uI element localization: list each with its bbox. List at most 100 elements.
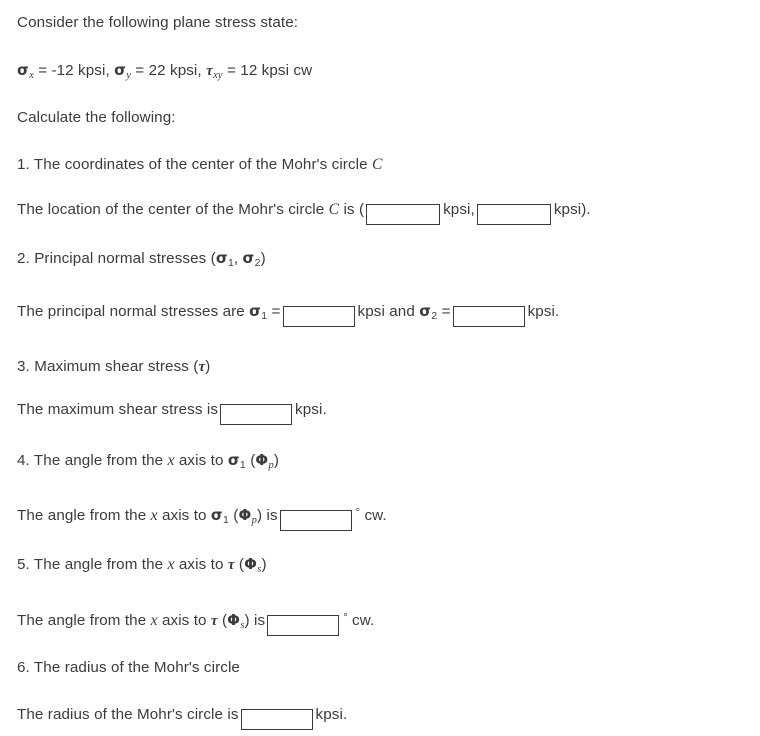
answer-2-unit-2: kpsi. (527, 303, 560, 320)
tau-xy-subscript: xy (213, 69, 223, 81)
answer-4-phi: Φ (238, 506, 252, 524)
answer-6-lead: The radius of the Mohr's circle is (17, 706, 239, 723)
phi-p-angle-input[interactable] (279, 510, 352, 531)
answer-1-is-text: is ( (343, 201, 365, 218)
tau-xy-value: = 12 kpsi cw (226, 62, 313, 79)
question-2-comma: , (233, 250, 239, 267)
question-5-tau: τ (227, 557, 235, 573)
question-1-number: 1. (17, 156, 30, 173)
max-shear-stress-input[interactable] (220, 404, 293, 425)
question-1-prompt: 1. The coordinates of the center of the … (17, 155, 383, 175)
answer-2-unit-1: kpsi and (357, 303, 415, 320)
calculate-heading: Calculate the following: (17, 108, 176, 128)
question-3-prompt: 3. Maximum shear stress (τ) (17, 357, 210, 377)
sigma-1-input[interactable] (282, 306, 355, 327)
answer-1-symbol-c: C (328, 201, 340, 218)
question-5-paren-close: ) (261, 556, 267, 573)
question-5-axis: x (167, 556, 175, 573)
sigma-y-subscript: y (126, 69, 131, 81)
question-2-sigma-2: σ (242, 249, 255, 267)
sigma-y-value: = 22 kpsi, (135, 62, 202, 79)
question-6-text: The radius of the Mohr's circle (33, 659, 240, 676)
answer-2-sigma-1: σ (249, 302, 261, 320)
answer-5-axis: x (150, 612, 158, 629)
center-y-input[interactable] (476, 204, 551, 225)
answer-4-is-text: is (266, 507, 278, 524)
question-4-mid: axis to (178, 452, 224, 469)
question-3-paren: ) (205, 358, 211, 375)
question-5-text: The angle from the (33, 556, 164, 573)
answer-5-tau: τ (210, 613, 218, 629)
sigma-x-subscript: x (29, 69, 34, 81)
degree-symbol-icon: ° (355, 507, 361, 519)
tau-xy-symbol: τ (206, 63, 213, 79)
question-4-prompt: 4. The angle from the x axis to σ1 (Φp) (17, 450, 279, 476)
answer-4-direction: cw. (364, 507, 387, 524)
question-1-text: The coordinates of the center of the Moh… (33, 156, 368, 173)
given-stress-state: σx = -12 kpsi, σy = 22 kpsi, τxy = 12 kp… (17, 60, 312, 86)
answer-5-direction: cw. (352, 612, 375, 629)
answer-4-sigma-1: σ (210, 506, 223, 524)
answer-2-sigma-1-sub: 1 (261, 309, 268, 322)
intro-text: Consider the following plane stress stat… (17, 13, 298, 33)
question-4-phi: Φ (255, 451, 269, 469)
center-x-input[interactable] (366, 204, 441, 225)
answer-6-unit: kpsi. (315, 706, 348, 723)
answer-2-equals-2: = (441, 303, 451, 320)
worksheet-page: Consider the following plane stress stat… (0, 0, 760, 736)
answer-3-lead: The maximum shear stress is (17, 401, 219, 418)
question-5-number: 5. (17, 556, 30, 573)
question-2-number: 2. (17, 250, 30, 267)
answer-4-mid: axis to (161, 507, 207, 524)
question-3-answer-row: The maximum shear stress is kpsi. (17, 400, 327, 425)
question-4-answer-row: The angle from the x axis to σ1 (Φp) is °… (17, 503, 387, 531)
answer-1-lead: The location of the center of the Mohr's… (17, 201, 325, 218)
calculate-label: Calculate the following: (17, 109, 176, 126)
question-4-paren-close: ) (273, 452, 280, 469)
question-6-number: 6. (17, 659, 30, 676)
phi-s-angle-input[interactable] (267, 615, 340, 636)
answer-5-mid: axis to (161, 612, 207, 629)
mohr-radius-input[interactable] (240, 709, 313, 730)
question-4-sigma-1-sub: 1 (239, 458, 246, 471)
question-6-answer-row: The radius of the Mohr's circle is kpsi. (17, 705, 347, 730)
question-5-prompt: 5. The angle from the x axis to τ (Φs) (17, 554, 267, 580)
question-2-prompt: 2. Principal normal stresses (σ1, σ2) (17, 248, 266, 273)
degree-symbol-icon: ° (343, 612, 348, 624)
question-5-phi: Φ (244, 555, 257, 573)
answer-3-unit: kpsi. (295, 401, 327, 418)
question-6-prompt: 6. The radius of the Mohr's circle (17, 658, 240, 678)
answer-1-unit-2: kpsi). (553, 201, 591, 218)
answer-4-sigma-1-sub: 1 (223, 513, 229, 526)
sigma-x-symbol: σ (17, 61, 29, 79)
question-4-text: The angle from the (33, 452, 164, 469)
question-4-sigma-1: σ (227, 451, 240, 469)
answer-4-axis: x (150, 507, 158, 524)
question-4-axis: x (167, 452, 175, 469)
sigma-x-value: = -12 kpsi, (38, 62, 110, 79)
question-2-answer-row: The principal normal stresses are σ1 = kp… (17, 301, 559, 327)
answer-5-paren-close: ) (244, 612, 250, 629)
question-1-answer-row: The location of the center of the Mohr's… (17, 200, 591, 225)
sigma-2-input[interactable] (452, 306, 525, 327)
answer-2-sigma-2-sub: 2 (431, 309, 438, 322)
answer-2-equals-1: = (271, 303, 281, 320)
answer-5-lead: The angle from the (17, 612, 147, 629)
sigma-y-symbol: σ (114, 61, 126, 79)
question-3-text: Maximum shear stress ( (34, 358, 199, 375)
answer-2-lead: The principal normal stresses are (17, 303, 245, 320)
question-1-symbol-c: C (372, 156, 383, 173)
question-4-number: 4. (17, 452, 30, 469)
question-5-mid: axis to (178, 556, 224, 573)
answer-5-is-text: is (254, 612, 266, 629)
question-2-text: Principal normal stresses ( (34, 250, 216, 267)
answer-1-unit-1: kpsi, (443, 201, 475, 218)
question-5-answer-row: The angle from the x axis to τ (Φs) is ° … (17, 608, 374, 636)
answer-4-paren-close: ) (256, 507, 263, 524)
answer-5-phi: Φ (227, 611, 241, 629)
answer-2-sigma-2: σ (419, 302, 432, 320)
intro-label: Consider the following plane stress stat… (17, 14, 299, 31)
question-2-paren: ) (260, 250, 266, 267)
question-2-sigma-1: σ (215, 249, 228, 267)
question-3-number: 3. (17, 358, 30, 375)
